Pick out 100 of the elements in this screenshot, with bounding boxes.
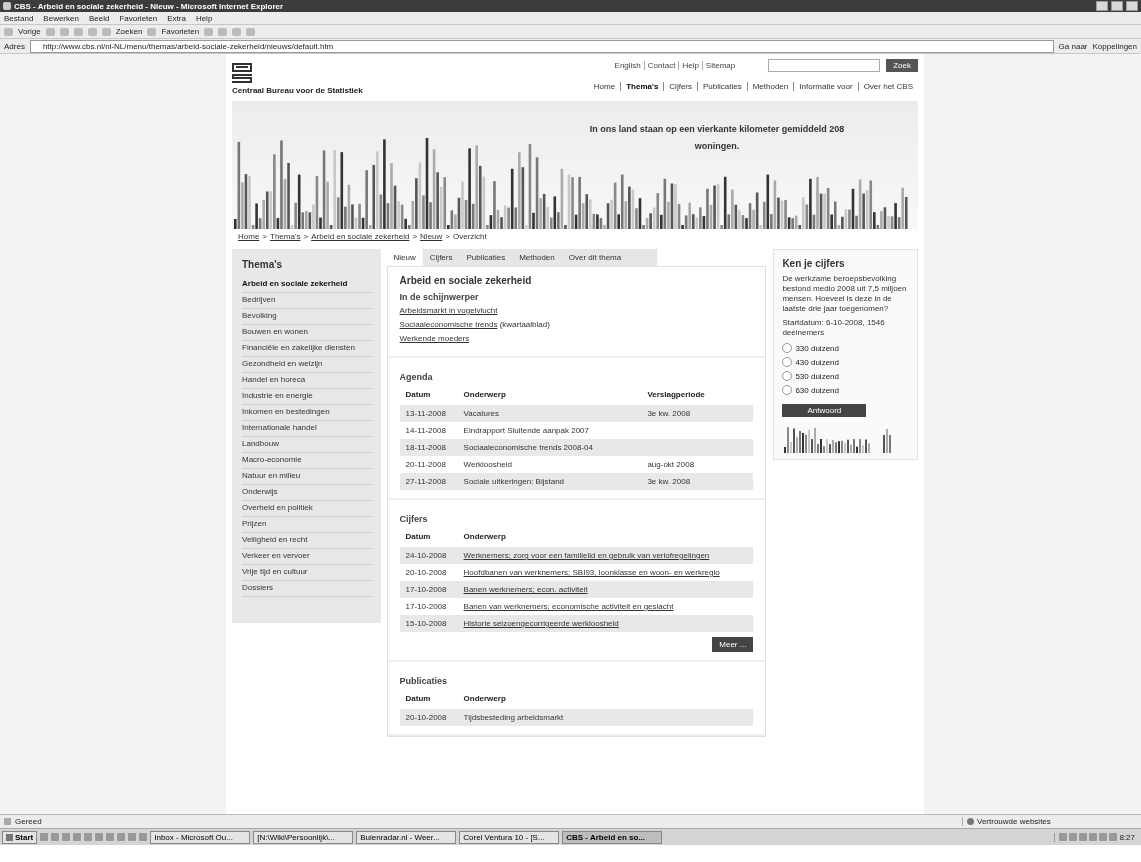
menu-item[interactable]: Beeld bbox=[88, 13, 110, 23]
breadcrumb-link[interactable]: Nieuw bbox=[420, 232, 443, 243]
search-button[interactable]: Zoeken bbox=[115, 27, 143, 36]
breadcrumb-link[interactable]: Home bbox=[238, 232, 260, 243]
taskbar-button[interactable]: [N:\Wiki\Persoonlijk\... bbox=[253, 830, 354, 844]
option-label: 530 duizend bbox=[795, 371, 839, 381]
sidebar-item[interactable]: Industrie en energie bbox=[242, 389, 373, 405]
nav-link[interactable]: Informatie voor bbox=[793, 82, 858, 91]
banner-text: In ons land staan op een vierkante kilometer gemiddeld 208 woningen. bbox=[588, 123, 846, 153]
radio-button[interactable] bbox=[782, 343, 793, 353]
logo-icon bbox=[232, 63, 252, 83]
nav-link[interactable]: Home bbox=[588, 82, 621, 91]
section-heading: Publicaties bbox=[399, 676, 449, 686]
sidebar-item[interactable]: Landbouw bbox=[242, 437, 373, 453]
sidebar-item[interactable]: Bouwen en wonen bbox=[242, 325, 373, 341]
table-cell-text: aug-okt 2008 bbox=[647, 460, 696, 469]
table-cell-text: 18-11-2008 bbox=[405, 443, 447, 452]
sidebar-item[interactable]: Natuur en milieu bbox=[242, 469, 373, 485]
column-header: Verslagperiode bbox=[647, 390, 706, 399]
spotlight-link[interactable]: Arbeidsmarkt in vogelvlucht bbox=[399, 306, 498, 315]
spotlight-link[interactable]: Werkende moeders bbox=[399, 334, 470, 343]
address-field[interactable]: http://www.cbs.nl/nl-NL/menu/themas/arbeid-sociale-zekerheid/nieuws/default.htm bbox=[29, 39, 1054, 53]
table-link[interactable]: Banen werknemers; econ. activiteit bbox=[463, 585, 748, 594]
menu-item[interactable]: Favorieten bbox=[119, 13, 158, 23]
sidebar-item[interactable]: Dossiers bbox=[242, 581, 373, 597]
close-button[interactable] bbox=[1126, 1, 1138, 11]
page-heading: Arbeid en sociale zekerheid bbox=[399, 275, 533, 286]
table-cell-text: Sociaaleconomische trends 2008-04 bbox=[463, 443, 594, 452]
favorites-button[interactable]: Favorieten bbox=[161, 27, 200, 36]
maximize-button[interactable] bbox=[1111, 1, 1123, 11]
quiz-question: De werkzame beroepsbevolking bestond medio 2008 uit 7,5 miljoen mensen. Hoeveel is deze in de laatste drie jaar toegenomen? bbox=[782, 274, 908, 314]
breadcrumb-separator: > bbox=[303, 232, 309, 243]
top-link[interactable]: Help bbox=[678, 61, 702, 70]
breadcrumb-link[interactable]: Arbeid en sociale zekerheid bbox=[311, 232, 410, 243]
taskbar-button[interactable]: Inbox - Microsoft Ou... bbox=[150, 830, 251, 844]
tab[interactable]: Nieuw bbox=[386, 249, 423, 266]
sidebar-item[interactable]: Financiële en zakelijke diensten bbox=[242, 341, 373, 357]
sidebar-item[interactable]: Onderwijs bbox=[242, 485, 373, 501]
back-button[interactable]: Vorige bbox=[18, 27, 41, 36]
nav-link[interactable]: Over het CBS bbox=[857, 82, 918, 91]
sidebar-item[interactable]: Inkomen en bestedingen bbox=[242, 405, 373, 421]
option-label: 430 duizend bbox=[795, 357, 839, 367]
sidebar-item[interactable]: Bedrijven bbox=[242, 293, 373, 309]
radio-button[interactable] bbox=[782, 357, 793, 367]
sidebar-item[interactable]: Handel en horeca bbox=[242, 373, 373, 389]
zone-icon bbox=[967, 818, 974, 825]
table-cell-text: 17-10-2008 bbox=[405, 602, 448, 611]
column-header: Onderwerp bbox=[463, 694, 507, 703]
sidebar-item[interactable]: Prijzen bbox=[242, 517, 373, 533]
table-link[interactable]: Werknemers; zorg voor een familielid en gebruik van verlofregelingen bbox=[463, 551, 748, 560]
search-button[interactable]: Zoek bbox=[886, 59, 918, 72]
table-link[interactable]: Hoofdbanen van werknemers; SBI93, loonklasse en woon- en werkregio bbox=[463, 568, 748, 577]
column-header: Datum bbox=[405, 390, 432, 399]
table-cell-text: Vacatures bbox=[463, 409, 500, 418]
taskbar-button[interactable]: Corel Ventura 10 - [S... bbox=[459, 830, 560, 844]
sidebar-item[interactable]: Veiligheid en recht bbox=[242, 533, 373, 549]
nav-link[interactable]: Cijfers bbox=[663, 82, 697, 91]
column-header: Datum bbox=[405, 694, 432, 703]
table-link[interactable]: Banen van werknemers; economische activiteit en geslacht bbox=[463, 602, 748, 611]
spotlight-link[interactable]: Sociaaleconomische trends bbox=[399, 320, 498, 329]
sidebar-item[interactable]: Overheid en politiek bbox=[242, 501, 373, 517]
taskbar-button[interactable]: Buienradar.nl - Weer... bbox=[356, 830, 457, 844]
top-link[interactable]: English bbox=[611, 61, 644, 70]
sidebar-item[interactable]: Arbeid en sociale zekerheid bbox=[242, 277, 373, 293]
logo-text: Centraal Bureau voor de Statistiek bbox=[232, 86, 363, 95]
section-heading: Agenda bbox=[399, 372, 434, 382]
table-link[interactable]: Historie seizoengecorrigeerde werkloosheid bbox=[463, 619, 748, 628]
go-button[interactable]: Ga naar bbox=[1058, 41, 1088, 51]
nav-link[interactable]: Thema's bbox=[620, 82, 664, 91]
sidebar-item[interactable]: Bevolking bbox=[242, 309, 373, 325]
table-cell-text: Werkloosheid bbox=[463, 460, 513, 469]
option-label: 330 duizend bbox=[795, 343, 839, 353]
links-button[interactable]: Koppelingen bbox=[1092, 41, 1137, 51]
top-link[interactable]: Sitemap bbox=[701, 61, 739, 70]
sidebar-item[interactable]: Vrije tijd en cultuur bbox=[242, 565, 373, 581]
menu-item[interactable]: Extra bbox=[167, 13, 186, 23]
address-label: Adres bbox=[4, 41, 25, 51]
breadcrumb-link[interactable]: Thema's bbox=[270, 232, 301, 243]
column-header: Onderwerp bbox=[463, 532, 507, 541]
search-field[interactable] bbox=[768, 59, 881, 72]
breadcrumb-separator: > bbox=[445, 232, 450, 243]
table-cell-text: 27-11-2008 bbox=[405, 477, 447, 486]
start-button[interactable]: Start bbox=[2, 830, 38, 844]
browser-icon bbox=[3, 2, 11, 10]
radio-button[interactable] bbox=[782, 385, 793, 395]
sidebar-item[interactable]: Macro-economie bbox=[242, 453, 373, 469]
nav-link[interactable]: Publicaties bbox=[697, 82, 747, 91]
menu-item[interactable]: Bestand bbox=[4, 13, 34, 23]
top-link[interactable]: Contact bbox=[643, 61, 679, 70]
sidebar-item[interactable]: Internationale handel bbox=[242, 421, 373, 437]
sidebar-item[interactable]: Gezondheid en welzijn bbox=[242, 357, 373, 373]
sidebar-item[interactable]: Verkeer en vervoer bbox=[242, 549, 373, 565]
menu-item[interactable]: Bewerken bbox=[43, 13, 79, 23]
nav-link[interactable]: Methoden bbox=[746, 82, 794, 91]
taskbar-button[interactable]: CBS - Arbeid en so... bbox=[562, 830, 663, 844]
answer-button[interactable]: Antwoord bbox=[782, 404, 867, 417]
minimize-button[interactable] bbox=[1096, 1, 1108, 11]
radio-button[interactable] bbox=[782, 371, 793, 381]
more-button[interactable]: Meer ... bbox=[712, 637, 754, 652]
menu-item[interactable]: Help bbox=[195, 13, 213, 23]
